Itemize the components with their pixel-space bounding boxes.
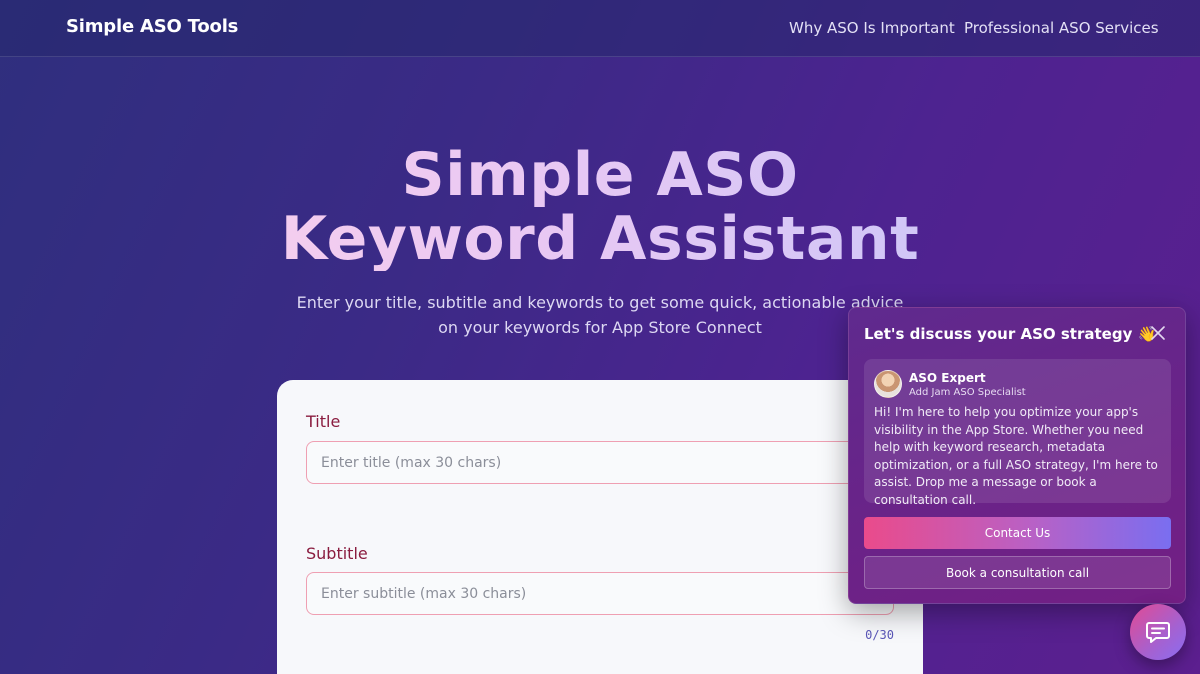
subtitle-label: Subtitle (306, 544, 368, 563)
chat-heading: Let's discuss your ASO strategy 👋 (864, 325, 1157, 343)
agent-name: ASO Expert (909, 371, 986, 385)
chat-message-bubble: ASO Expert Add Jam ASO Specialist Hi! I'… (864, 359, 1171, 507)
chat-toggle-button[interactable] (1130, 604, 1186, 660)
chat-panel: Let's discuss your ASO strategy 👋 ASO Ex… (848, 307, 1186, 604)
close-icon[interactable] (1147, 322, 1169, 344)
chat-bubble-icon (1146, 622, 1170, 643)
nav-link-why-aso[interactable]: Why ASO Is Important (789, 19, 955, 37)
title-input[interactable] (306, 441, 894, 484)
hero-title-line1: Simple ASO (0, 143, 1200, 207)
chat-message-text: Hi! I'm here to help you optimize your a… (874, 405, 1158, 507)
agent-role: Add Jam ASO Specialist (909, 387, 1026, 398)
subtitle-input[interactable] (306, 572, 894, 615)
contact-us-button[interactable]: Contact Us (864, 517, 1171, 549)
hero-subtitle: Enter your title, subtitle and keywords … (296, 293, 904, 337)
nav-link-professional-services[interactable]: Professional ASO Services (964, 19, 1159, 37)
top-navbar: Simple ASO Tools Why ASO Is Important Pr… (0, 0, 1200, 57)
hero-title-line2: Keyword Assistant (0, 207, 1200, 271)
subtitle-char-counter: 0/30 (865, 628, 894, 642)
book-consultation-button[interactable]: Book a consultation call (864, 556, 1171, 589)
brand-logo[interactable]: Simple ASO Tools (66, 16, 238, 37)
keyword-form-card: Title Subtitle 0/30 (277, 380, 923, 674)
title-label: Title (306, 412, 341, 431)
avatar (874, 370, 902, 398)
